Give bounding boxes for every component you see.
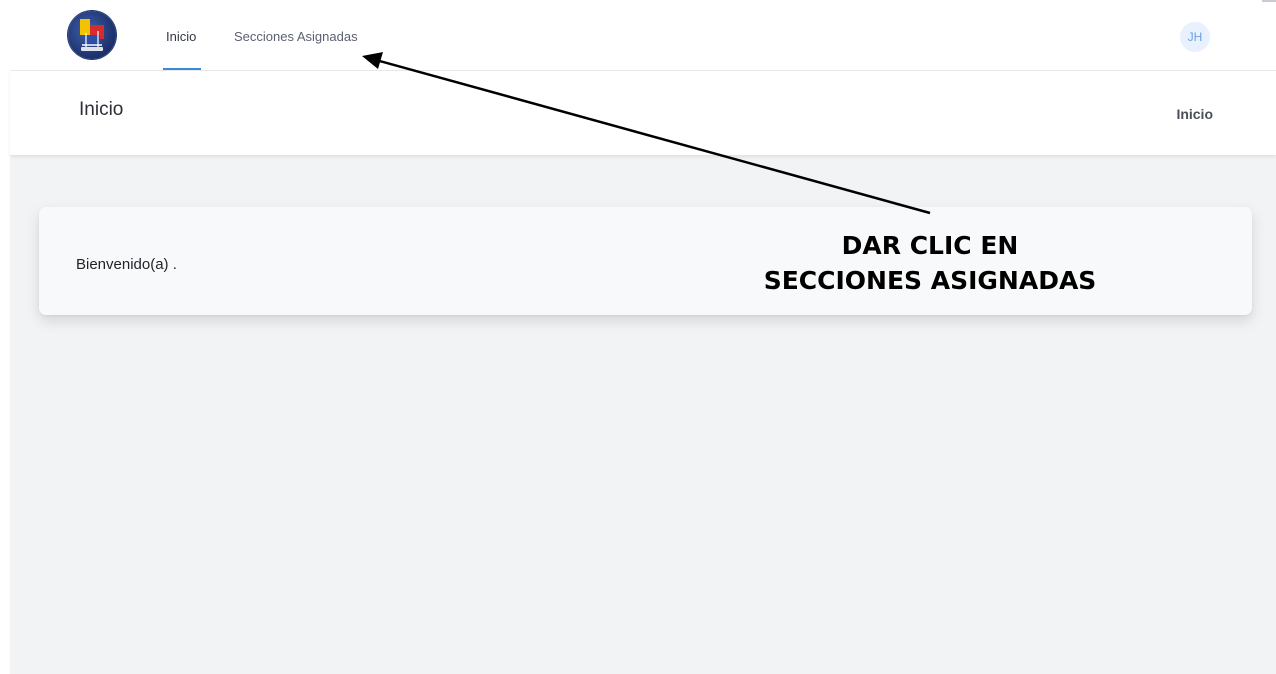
user-avatar[interactable]: JH xyxy=(1180,22,1210,52)
corner-divider xyxy=(1262,0,1276,2)
active-tab-indicator xyxy=(163,68,201,70)
welcome-message: Bienvenido(a) . xyxy=(76,256,177,273)
top-navbar xyxy=(10,0,1276,71)
institution-logo[interactable] xyxy=(68,11,116,59)
nav-link-secciones-asignadas[interactable]: Secciones Asignadas xyxy=(234,29,358,44)
breadcrumb[interactable]: Inicio xyxy=(1176,106,1213,122)
page-title: Inicio xyxy=(79,99,124,120)
nav-link-inicio[interactable]: Inicio xyxy=(166,29,196,44)
callout-line-2: SECCIONES ASIGNADAS xyxy=(763,266,1097,295)
page-header: Inicio Inicio xyxy=(10,71,1276,155)
callout-line-1: DAR CLIC EN xyxy=(841,231,1019,260)
logo-emblem-icon xyxy=(80,19,104,51)
instruction-callout: DAR CLIC EN SECCIONES ASIGNADAS xyxy=(700,228,1160,298)
